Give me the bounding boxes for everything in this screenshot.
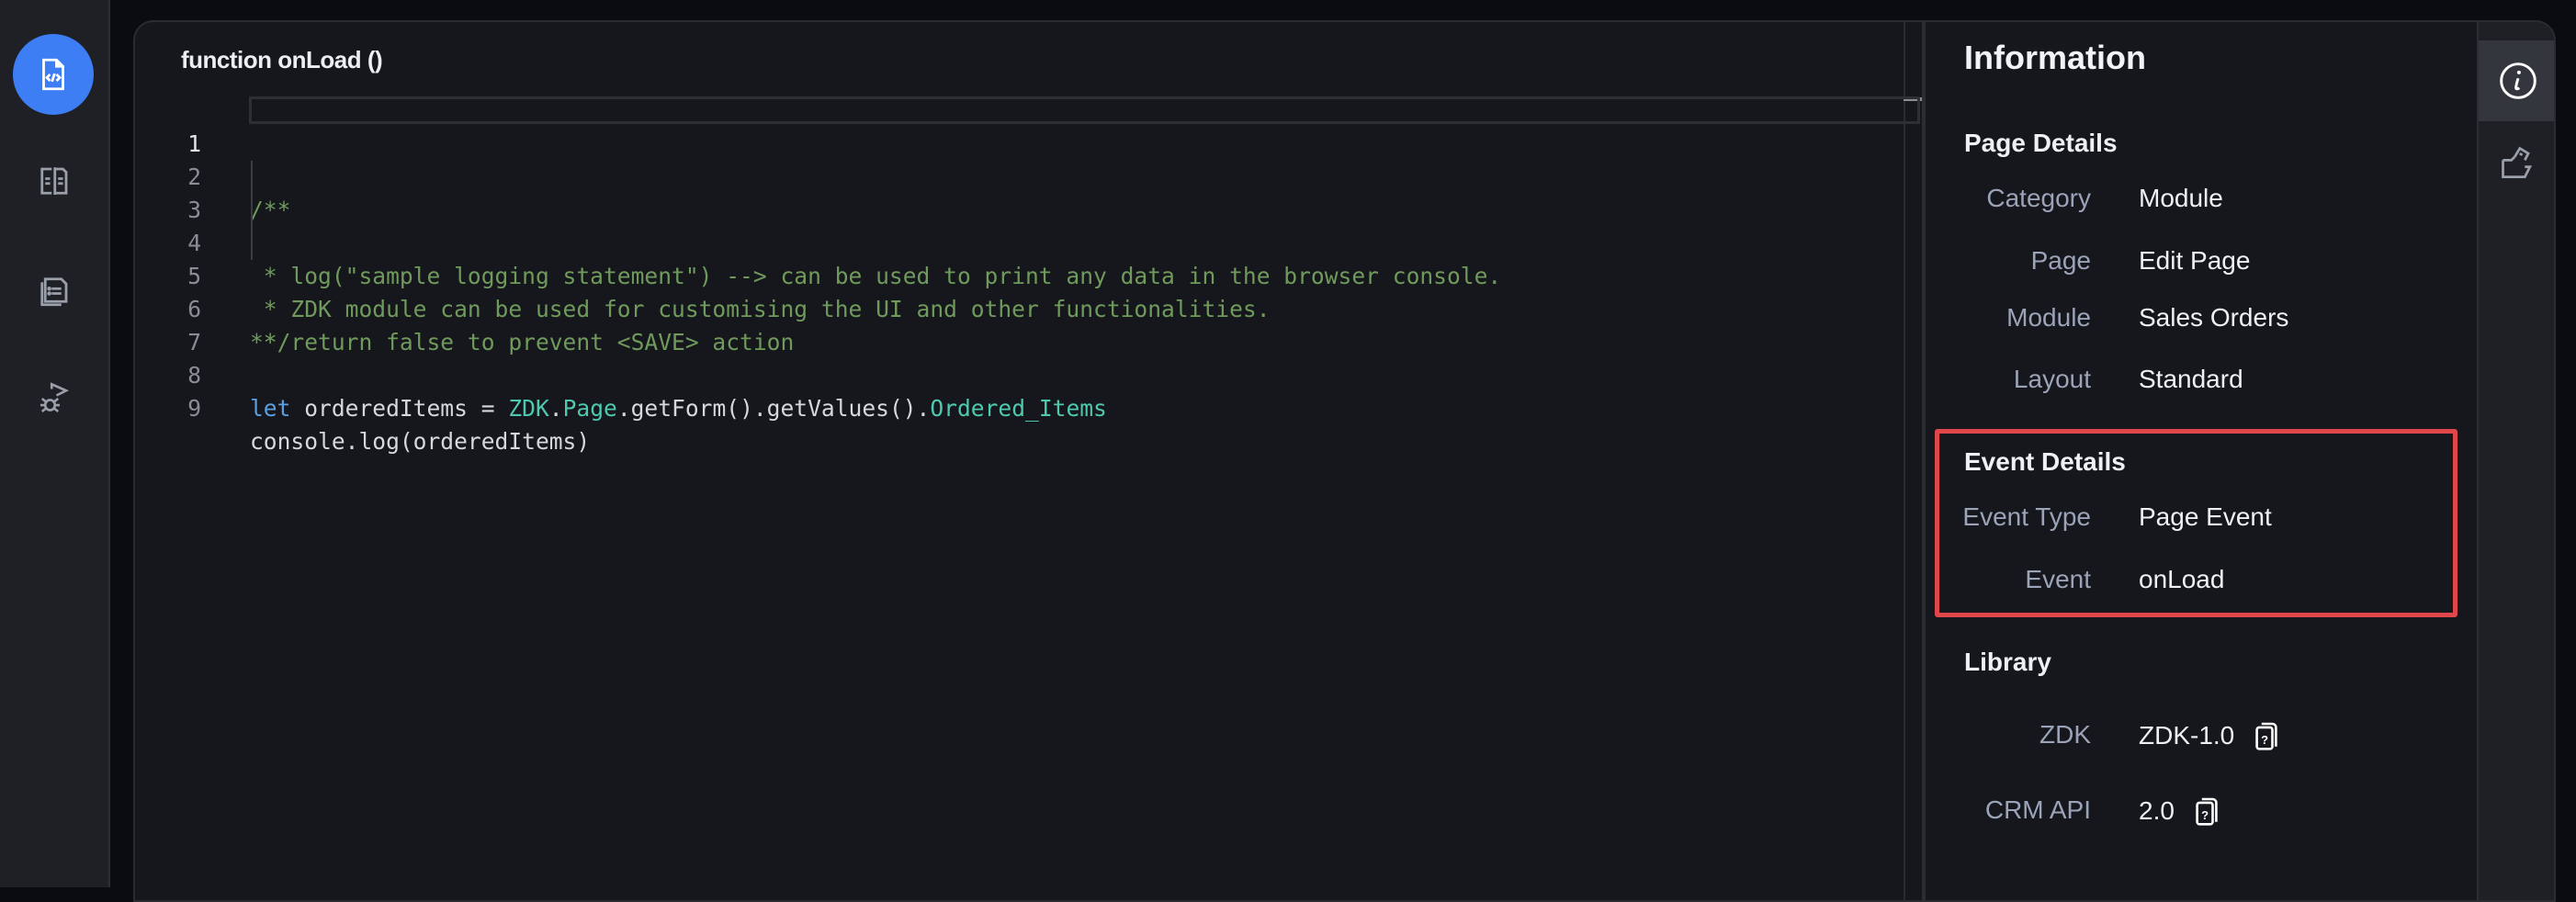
library-row-crm-api: CRM API 2.0 ? xyxy=(1926,795,2440,832)
code-line[interactable]: 4 * ZDK module can be used for customisi… xyxy=(135,194,1922,322)
detail-label: ZDK xyxy=(2039,720,2091,749)
library-version: 2.0 xyxy=(2139,796,2175,825)
detail-value: Sales Orders xyxy=(2139,303,2289,332)
sidebar-item-logs[interactable] xyxy=(13,250,94,331)
svg-text:?: ? xyxy=(2201,808,2209,822)
code-line[interactable]: 9 console.log(orderedItems) xyxy=(135,359,1922,455)
sidebar-item-code-editor[interactable] xyxy=(13,34,94,115)
indent-guide xyxy=(251,227,253,260)
code-lines[interactable]: 1 2 /** 3 * log("sample logging statemen… xyxy=(135,95,1922,455)
code-line[interactable]: 5 * return false to prevent <SAVE> actio… xyxy=(135,227,1922,355)
property-token: Ordered_Items xyxy=(930,395,1107,422)
documentation-icon[interactable]: ? xyxy=(2195,795,2219,827)
code-text: let orderedItems = ZDK.Page.getForm().ge… xyxy=(250,392,1107,425)
code-line[interactable]: 8 let orderedItems = ZDK.Page.getForm().… xyxy=(135,326,1922,422)
code-line[interactable]: 2 /** xyxy=(135,128,1922,223)
detail-label: Event xyxy=(2025,565,2091,593)
right-icon-rail xyxy=(2477,22,2554,900)
type-token: Page xyxy=(562,395,617,422)
code-line[interactable]: 1 xyxy=(135,95,1922,157)
event-details-heading: Event Details xyxy=(1964,447,2126,476)
information-panel: Information Page Details Category Module… xyxy=(1922,22,2480,900)
detail-label: Category xyxy=(1986,184,2091,212)
code-line[interactable]: 7 xyxy=(135,293,1922,355)
detail-row-category: Category Module xyxy=(1926,184,2440,220)
documentation-icon[interactable]: ? xyxy=(2254,720,2278,751)
code-editor[interactable]: function onLoad () 1 2 /** 3 * log("samp… xyxy=(135,22,1922,900)
detail-value: onLoad xyxy=(2139,565,2225,593)
folder-icon xyxy=(2502,146,2533,179)
detail-row-layout: Layout Standard xyxy=(1926,365,2440,401)
line-number: 9 xyxy=(187,395,201,422)
code-line[interactable]: 3 * log("sample logging statement") --> … xyxy=(135,161,1922,289)
left-sidebar xyxy=(0,0,110,887)
library-version: ZDK-1.0 xyxy=(2139,721,2235,750)
indent-guide xyxy=(251,194,253,227)
detail-value: Standard xyxy=(2139,365,2243,393)
info-icon xyxy=(2500,62,2536,99)
code-file-icon xyxy=(42,58,64,91)
detail-label: Module xyxy=(2006,303,2091,332)
information-title: Information xyxy=(1964,39,2146,76)
type-token: ZDK xyxy=(508,395,549,422)
document-list-icon xyxy=(40,277,68,307)
detail-label: CRM API xyxy=(1984,795,2091,824)
library-row-zdk: ZDK ZDK-1.0 ? xyxy=(1926,720,2440,757)
current-line-highlight xyxy=(249,96,1920,124)
indent-guide xyxy=(251,161,253,194)
function-title: function onLoad () xyxy=(181,46,383,73)
detail-row-page: Page Edit Page xyxy=(1926,246,2440,283)
sidebar-item-run-debug[interactable] xyxy=(13,358,94,439)
detail-value: Edit Page xyxy=(2139,246,2251,275)
detail-row-module: Module Sales Orders xyxy=(1926,303,2440,340)
page-details-heading: Page Details xyxy=(1964,129,2118,157)
detail-row-event-type: Event Type Page Event xyxy=(1926,502,2440,539)
code-text: console.log(orderedItems) xyxy=(250,428,591,455)
detail-value: Page Event xyxy=(2139,502,2272,531)
detail-label: Page xyxy=(2030,246,2091,275)
library-heading: Library xyxy=(1964,648,2051,676)
detail-value: 2.0 ? xyxy=(2139,795,2219,827)
detail-value: Module xyxy=(2139,184,2223,212)
sidebar-item-documentation[interactable] xyxy=(13,141,94,222)
plain-token: .getForm().getValues(). xyxy=(616,395,931,422)
detail-row-event: Event onLoad xyxy=(1926,565,2440,602)
detail-label: Layout xyxy=(2013,365,2091,393)
detail-value: ZDK-1.0 ? xyxy=(2139,720,2278,751)
plain-token: . xyxy=(548,395,563,422)
debug-run-icon xyxy=(40,382,70,413)
split-document-icon xyxy=(40,167,68,195)
main-card: function onLoad () 1 2 /** 3 * log("samp… xyxy=(133,20,2556,902)
detail-label: Event Type xyxy=(1962,502,2091,531)
keyword-token: let xyxy=(250,395,291,422)
svg-text:?: ? xyxy=(2261,733,2268,747)
rail-tab-information[interactable] xyxy=(2479,40,2554,121)
rail-tab-resources[interactable] xyxy=(2479,123,2554,204)
code-line[interactable]: 6 **/ xyxy=(135,260,1922,355)
plain-token: orderedItems = xyxy=(290,395,509,422)
